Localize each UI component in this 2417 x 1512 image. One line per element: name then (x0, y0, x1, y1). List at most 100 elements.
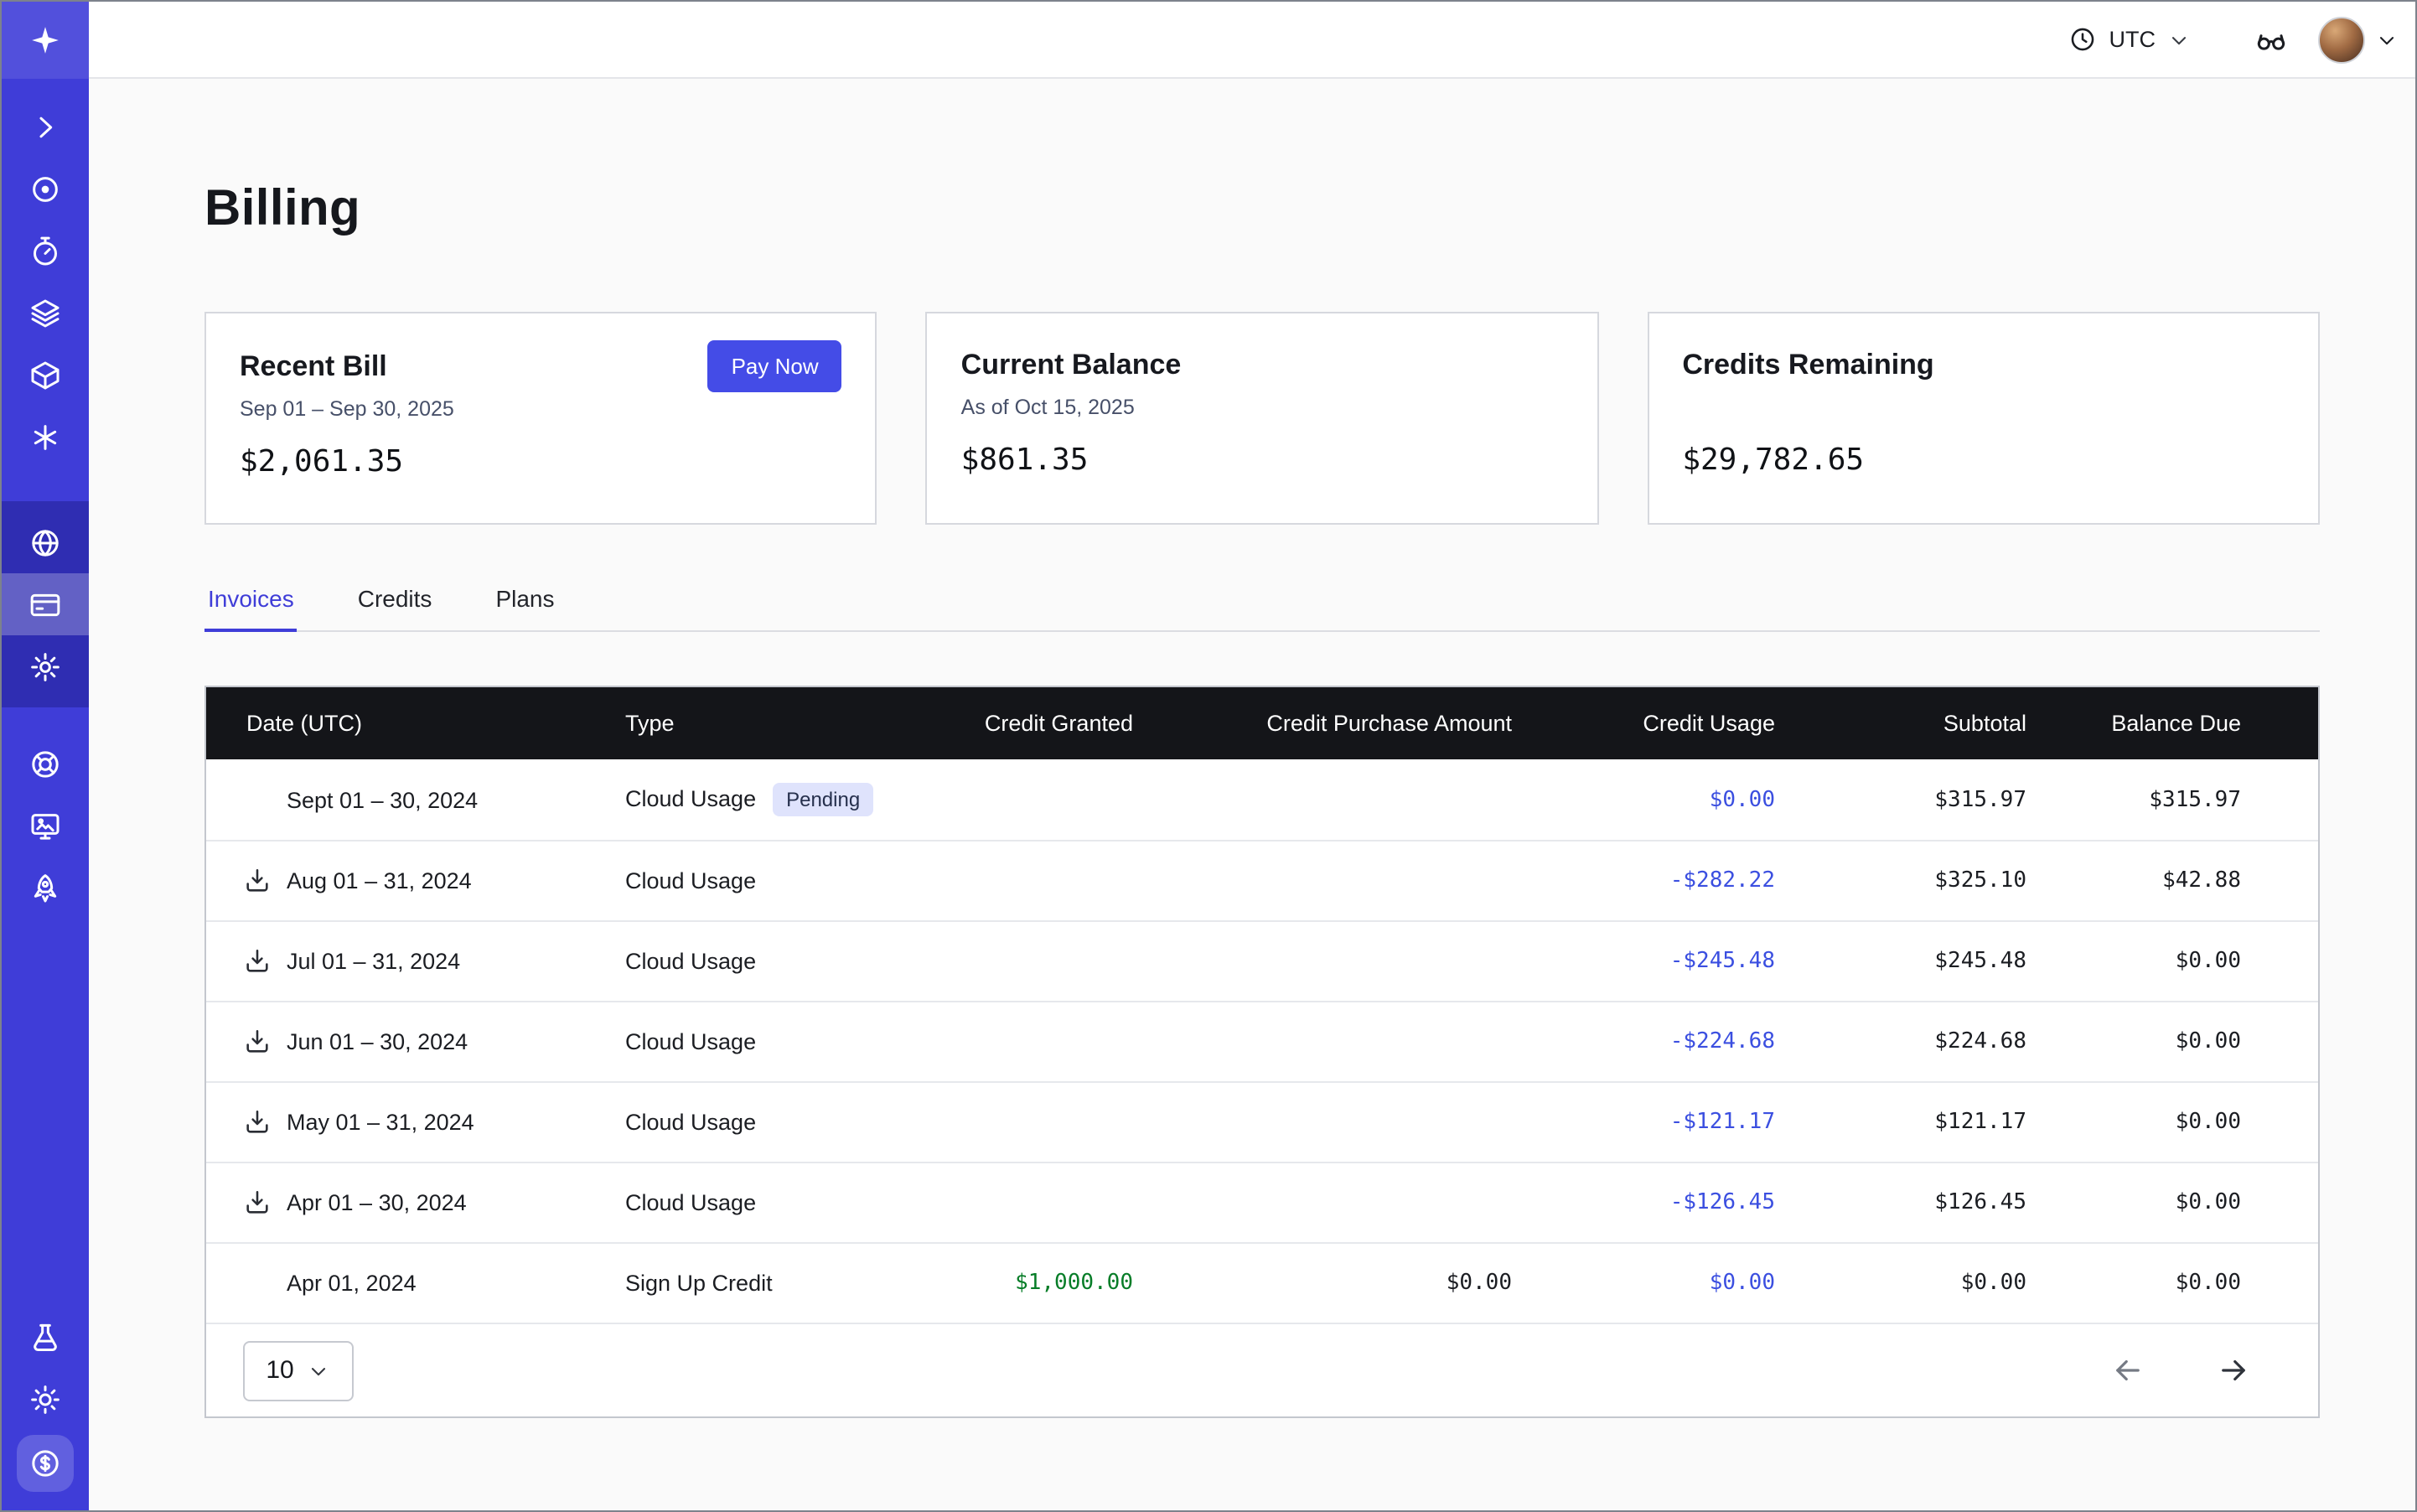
layers-icon (28, 296, 62, 329)
col-credit-usage: Credit Usage (1512, 711, 1775, 736)
chevron-down-icon (2375, 28, 2399, 51)
sidebar-item-gear[interactable] (2, 635, 89, 697)
credit-usage-value: -$224.68 (1512, 1029, 1775, 1054)
col-date: Date (UTC) (206, 711, 617, 736)
subtotal-value: $315.97 (1775, 787, 2026, 812)
logo-icon (28, 23, 62, 57)
download-invoice-icon[interactable] (243, 1188, 272, 1217)
card-subtitle: Sep 01 – Sep 30, 2025 (240, 397, 842, 422)
asterisk-icon (28, 420, 62, 453)
invoices-table: Date (UTC) Type Credit Granted Credit Pu… (204, 686, 2320, 1418)
balance-due-value: $0.00 (2026, 1110, 2318, 1135)
subtotal-value: $245.48 (1775, 949, 2026, 974)
sidebar-item-rocket[interactable] (2, 857, 89, 919)
glasses-icon[interactable] (2254, 23, 2288, 56)
user-menu[interactable] (2318, 16, 2399, 63)
target-icon (28, 172, 62, 205)
balance-due-value: $0.00 (2026, 1029, 2318, 1054)
download-invoice-icon[interactable] (243, 1028, 272, 1056)
sidebar-item-chevron-right[interactable] (2, 96, 89, 158)
sidebar-item-dollar[interactable] (2, 1430, 89, 1497)
card-title: Recent Bill (240, 350, 387, 383)
invoice-date: Apr 01 – 30, 2024 (287, 1190, 467, 1215)
sidebar-lower-nav (2, 733, 89, 919)
table-body: Sept 01 – 30, 2024 Cloud Usage Pending $… (206, 759, 2318, 1323)
credit-purchase-value: $0.00 (1133, 1271, 1512, 1296)
globe-icon (28, 526, 62, 559)
sun-icon (28, 1382, 62, 1416)
avatar (2318, 16, 2365, 63)
sidebar-item-asterisk[interactable] (2, 406, 89, 468)
previous-page-button[interactable] (2110, 1353, 2145, 1388)
card-amount: $29,782.65 (1682, 443, 2285, 478)
card-subtitle: As of Oct 15, 2025 (961, 396, 1564, 421)
invoice-date: Apr 01, 2024 (287, 1271, 417, 1296)
dollar-icon (17, 1435, 74, 1492)
col-subtotal: Subtotal (1775, 711, 2026, 736)
col-type: Type (617, 711, 902, 736)
card-title: Credits Remaining (1682, 349, 1933, 382)
pending-badge: Pending (773, 783, 873, 817)
page-size-select[interactable]: 10 (243, 1340, 354, 1401)
invoice-date: Sept 01 – 30, 2024 (287, 787, 478, 812)
gear-icon (28, 650, 62, 683)
pay-now-button[interactable]: Pay Now (708, 340, 842, 392)
sidebar-spacer (2, 919, 89, 1306)
sidebar-nav (2, 79, 89, 468)
table-footer: 10 (206, 1323, 2318, 1416)
tab-credits[interactable]: Credits (355, 568, 436, 630)
credit-card-icon (28, 588, 62, 621)
topbar: UTC (89, 2, 2415, 79)
subtotal-value: $126.45 (1775, 1190, 2026, 1215)
chevron-down-icon (2167, 28, 2191, 51)
sidebar-item-package[interactable] (2, 344, 89, 406)
subtotal-value: $0.00 (1775, 1271, 2026, 1296)
monitor-icon (28, 809, 62, 842)
chevron-down-icon (308, 1359, 331, 1382)
sidebar-item-home[interactable] (2, 2, 89, 79)
invoice-type: Cloud Usage (625, 1190, 756, 1215)
balance-due-value: $0.00 (2026, 1271, 2318, 1296)
sidebar-item-sun[interactable] (2, 1368, 89, 1430)
download-invoice-icon[interactable] (243, 1108, 272, 1137)
table-header: Date (UTC) Type Credit Granted Credit Pu… (206, 687, 2318, 759)
invoice-type: Cloud Usage (625, 787, 756, 812)
sidebar-item-target[interactable] (2, 158, 89, 220)
timer-icon (28, 234, 62, 267)
credit-usage-value: -$245.48 (1512, 949, 1775, 974)
sidebar-item-flask[interactable] (2, 1306, 89, 1368)
sidebar-item-layers[interactable] (2, 282, 89, 344)
invoice-row: Jun 01 – 30, 2024 Cloud Usage -$224.68 $… (206, 1001, 2318, 1081)
card-amount: $2,061.35 (240, 444, 842, 479)
app-window: UTC Billing Recent Bill Pay Now Sep 01 –… (0, 0, 2417, 1512)
main-content: Billing Recent Bill Pay Now Sep 01 – Sep… (89, 80, 2415, 1510)
recent-bill-card: Recent Bill Pay Now Sep 01 – Sep 30, 202… (204, 312, 877, 525)
credit-usage-value: $0.00 (1512, 1271, 1775, 1296)
sidebar-item-monitor[interactable] (2, 795, 89, 857)
card-title: Current Balance (961, 349, 1182, 382)
invoice-type: Cloud Usage (625, 949, 756, 974)
invoice-date: Jun 01 – 30, 2024 (287, 1029, 468, 1054)
flask-icon (28, 1320, 62, 1354)
download-invoice-icon[interactable] (243, 867, 272, 895)
timezone-selector[interactable]: UTC (2069, 25, 2192, 54)
summary-cards: Recent Bill Pay Now Sep 01 – Sep 30, 202… (204, 312, 2320, 525)
invoice-row: Apr 01, 2024 Sign Up Credit $1,000.00 $0… (206, 1242, 2318, 1323)
download-invoice-icon[interactable] (243, 947, 272, 976)
package-icon (28, 358, 62, 391)
invoice-date: Aug 01 – 31, 2024 (287, 868, 472, 893)
col-credit-purchase-amount: Credit Purchase Amount (1133, 711, 1512, 736)
credit-usage-value: -$126.45 (1512, 1190, 1775, 1215)
invoice-type: Sign Up Credit (625, 1271, 773, 1296)
balance-due-value: $0.00 (2026, 1190, 2318, 1215)
sidebar-item-lifebuoy[interactable] (2, 733, 89, 795)
col-balance-due: Balance Due (2026, 711, 2318, 736)
sidebar-item-globe[interactable] (2, 511, 89, 573)
next-page-button[interactable] (2216, 1353, 2251, 1388)
page-title: Billing (204, 181, 2320, 238)
tab-plans[interactable]: Plans (492, 568, 557, 630)
tab-invoices[interactable]: Invoices (204, 568, 298, 632)
sidebar-item-credit-card[interactable] (2, 573, 89, 635)
invoice-type: Cloud Usage (625, 1029, 756, 1054)
sidebar-item-timer[interactable] (2, 220, 89, 282)
